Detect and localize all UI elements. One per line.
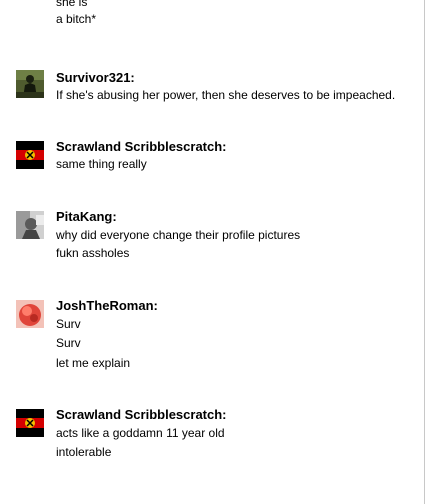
message-line: Surv (56, 317, 81, 331)
sender-name[interactable]: Survivor321: (56, 70, 135, 86)
sender-name[interactable]: PitaKang: (56, 209, 117, 225)
message-line: same thing really (56, 157, 147, 171)
sender-name[interactable]: Scrawland Scribblescratch: (56, 139, 227, 155)
sender-name[interactable]: Scrawland Scribblescratch: (56, 407, 227, 423)
message-line: why did everyone change their profile pi… (56, 228, 301, 242)
pitakang-avatar[interactable] (16, 211, 44, 239)
sender-name[interactable]: JoshTheRoman: (56, 298, 158, 314)
message-line: If she's abusing her power, then she des… (56, 88, 396, 102)
message-line: she is (56, 0, 88, 9)
message-line: acts like a goddamn 11 year old (56, 426, 225, 440)
message-line: a bitch* (56, 12, 97, 26)
message-line: let me explain (56, 356, 131, 370)
message-line: fukn assholes (56, 246, 130, 260)
survivor-avatar[interactable] (16, 70, 44, 98)
scrawland-avatar[interactable] (16, 141, 44, 169)
scrawland-avatar[interactable] (16, 409, 44, 437)
message-line: intolerable (56, 445, 112, 459)
message-line: Surv (56, 336, 81, 350)
joshtheroman-avatar[interactable] (16, 300, 44, 328)
